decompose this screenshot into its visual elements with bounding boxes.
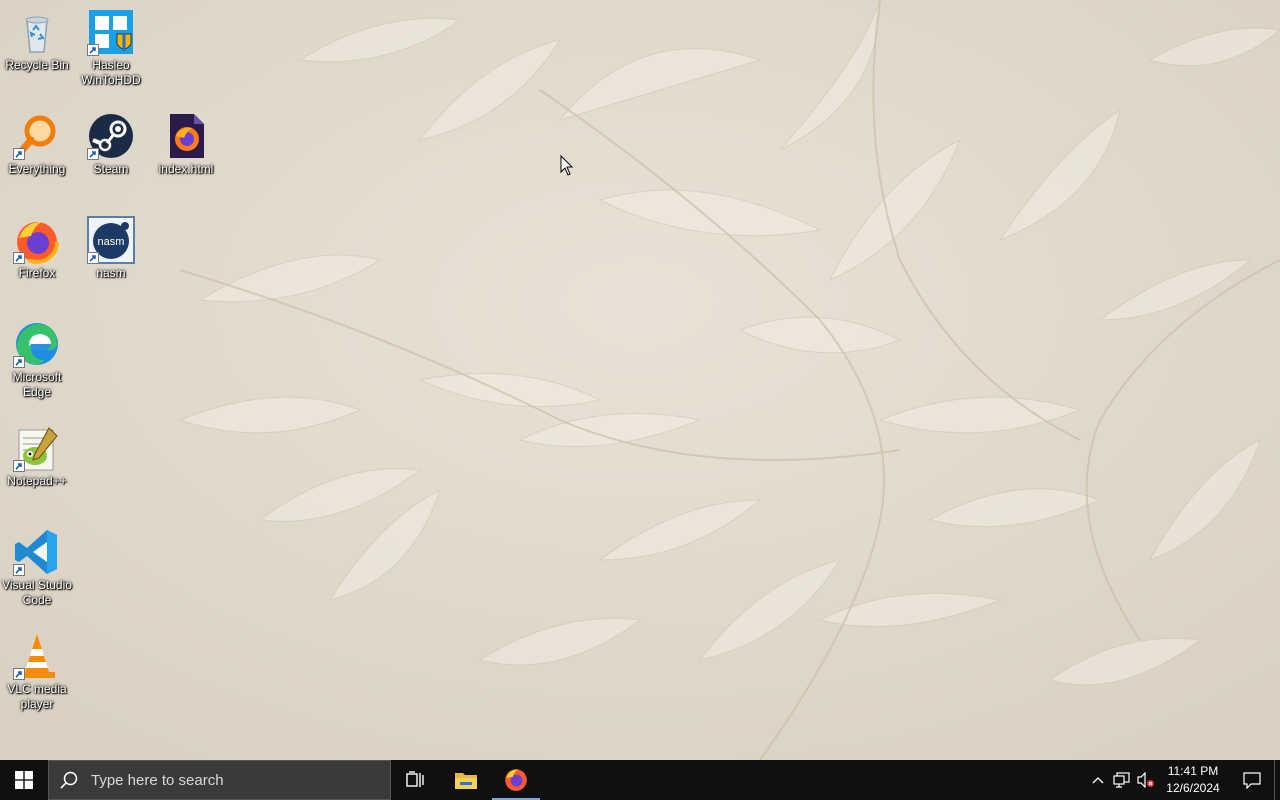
clock-time: 11:41 PM [1167,764,1219,778]
desktop-icon-label: Recycle Bin [5,58,69,72]
shortcut-arrow-icon [87,148,99,160]
desktop-icon-microsoft-edge[interactable]: Microsoft Edge [0,316,74,400]
task-view-icon [406,771,424,787]
desktop-icon-index-html[interactable]: index.html [149,108,223,177]
show-hidden-icons-button[interactable] [1086,760,1110,800]
vscode-icon [13,528,61,576]
desktop-icon-label: Microsoft Edge [12,370,62,399]
search-input[interactable] [89,770,373,790]
desktop-icon-label: Notepad++ [7,474,67,488]
shortcut-arrow-icon [87,44,99,56]
shortcut-arrow-icon [13,564,25,576]
desktop-icon-hasleo-wintohdd[interactable]: Hasleo WinToHDD [74,4,148,88]
notification-icon [1243,772,1261,789]
action-center-button[interactable] [1230,760,1274,800]
start-icon [15,771,33,789]
shortcut-arrow-icon [13,356,25,368]
shortcut-arrow-icon [13,668,25,680]
recycle-bin-icon [13,8,61,56]
shortcut-arrow-icon [13,252,25,264]
desktop-icon-label: Visual Studio Code [2,578,72,607]
desktop-icon-recycle-bin[interactable]: Recycle Bin [0,4,74,73]
taskbar-clock[interactable]: 11:41 PM 12/6/2024 [1162,763,1224,797]
show-desktop-button[interactable] [1274,760,1280,800]
shortcut-arrow-icon [13,460,25,472]
desktop-icon-everything[interactable]: Everything [0,108,74,177]
task-view-button[interactable] [392,760,440,800]
desktop-icon-vlc[interactable]: VLC media player [0,628,74,712]
steam-icon [87,112,135,160]
start-button[interactable] [0,760,48,800]
desktop-icon-label: Everything [8,162,66,176]
firefox-icon [505,769,527,791]
desktop-icon-vscode[interactable]: Visual Studio Code [0,524,74,608]
firefox-icon [13,216,61,264]
network-icon [1113,772,1130,788]
desktop-icon-notepadpp[interactable]: Notepad++ [0,420,74,489]
chevron-up-icon [1092,777,1104,784]
desktop-icon-label: VLC media player [7,682,67,711]
vlc-icon [13,632,61,680]
volume-muted-icon [1137,772,1154,788]
notepadpp-icon [13,424,61,472]
network-button[interactable] [1110,760,1134,800]
hasleo-wintohdd-icon [87,8,135,56]
volume-button[interactable] [1134,760,1158,800]
firefox-html-file-icon [162,112,210,160]
nasm-icon: nasm [87,216,135,264]
desktop-icon-label: Steam [93,162,129,176]
search-icon [60,771,78,789]
desktop-icon-label: Firefox [18,266,56,280]
svg-text:nasm: nasm [98,236,125,248]
edge-icon [13,320,61,368]
firefox-taskbar-button[interactable] [492,760,540,800]
desktop-icon-label: Hasleo WinToHDD [81,58,141,87]
taskbar: 11:41 PM 12/6/2024 [0,760,1280,800]
mouse-cursor-icon [560,155,574,176]
file-explorer-icon [455,773,477,789]
desktop-icon-steam[interactable]: Steam [74,108,148,177]
desktop-icon-nasm[interactable]: nasm nasm [74,212,148,281]
desktop-icon-firefox[interactable]: Firefox [0,212,74,281]
system-tray: 11:41 PM 12/6/2024 [1086,760,1280,800]
everything-search-icon [13,112,61,160]
shortcut-arrow-icon [13,148,25,160]
clock-date: 12/6/2024 [1166,781,1220,795]
file-explorer-button[interactable] [442,760,490,800]
desktop-icon-label: nasm [96,266,126,280]
desktop-icon-label: index.html [158,162,214,176]
shortcut-arrow-icon [87,252,99,264]
desktop: Recycle Bin Hasleo WinToHDD Everything S… [0,0,1280,760]
taskbar-search-box[interactable] [48,760,391,800]
